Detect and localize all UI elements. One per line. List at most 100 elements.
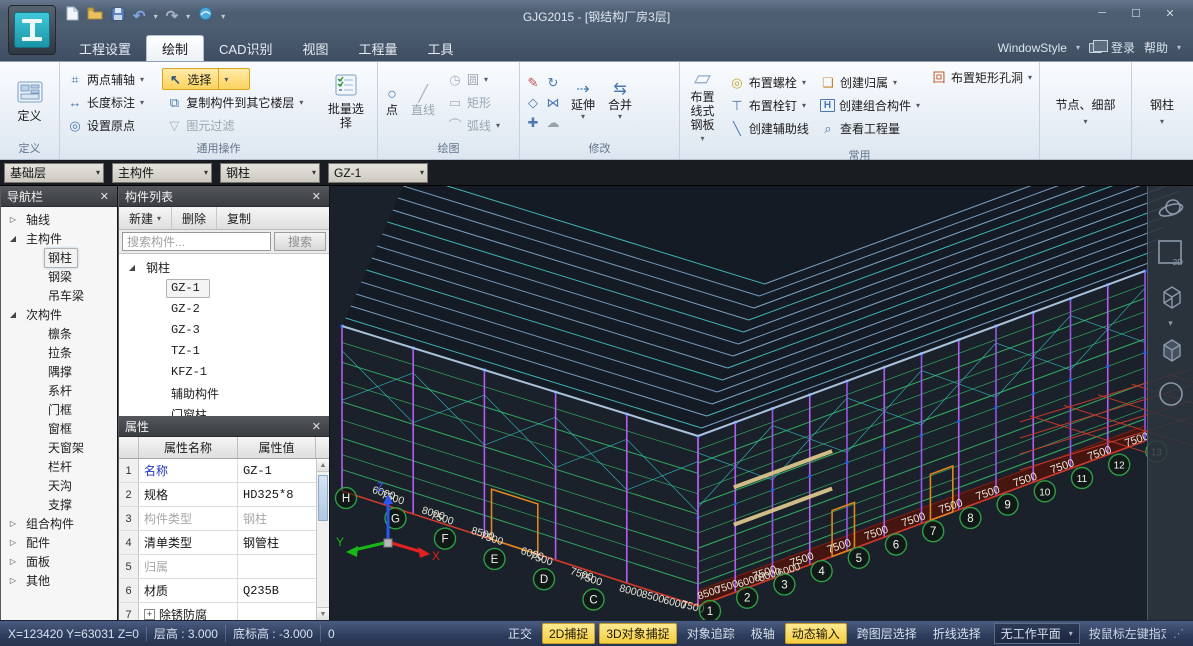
property-value-cell[interactable] (238, 603, 316, 620)
copy-to-other-floors-button[interactable]: ⧉ 复制构件到其它楼层▾ (162, 92, 314, 113)
status-toggle[interactable]: 动态输入 (785, 623, 847, 644)
property-value-cell[interactable]: 钢柱 (238, 507, 316, 530)
batch-select-button[interactable]: 批量选择 (318, 70, 374, 134)
properties-scrollbar[interactable]: ▲ ▼ (316, 459, 329, 620)
search-input[interactable] (122, 232, 271, 251)
component-tree-item[interactable]: 门窗柱 (119, 404, 329, 416)
tree-toggle-icon[interactable]: ▷ (8, 557, 18, 566)
nav-tree-item[interactable]: 支撑 (1, 495, 117, 514)
tree-toggle-icon[interactable]: ▷ (8, 538, 18, 547)
undo-dropdown-caret[interactable]: ▾ (154, 12, 158, 21)
tree-toggle-icon[interactable]: ▷ (8, 519, 18, 528)
nav-tree-item[interactable]: ▷ 配件 (1, 533, 117, 552)
scroll-down-arrow[interactable]: ▼ (317, 607, 329, 620)
orbit-view-button[interactable] (1153, 191, 1189, 227)
new-file-icon[interactable] (66, 6, 79, 26)
open-folder-icon[interactable] (87, 7, 103, 25)
define-button[interactable]: 定义 (12, 77, 48, 127)
property-row[interactable]: 5 + 归属 (119, 555, 316, 579)
expand-plus-icon[interactable]: + (144, 609, 155, 620)
place-bolt-button[interactable]: ◎ 布置螺栓▾ (725, 72, 813, 93)
nav-tree-item[interactable]: 钢梁 (1, 267, 117, 286)
property-value-cell[interactable] (238, 555, 316, 578)
view-3d-solid-button[interactable] (1153, 332, 1189, 368)
straight-line-button[interactable]: ╱ 直线 (406, 85, 440, 119)
two-point-aux-axis-button[interactable]: ⌗ 两点辅轴▾ (63, 69, 159, 90)
nav-tree-item[interactable]: ◢ 主构件 (1, 229, 117, 248)
revision-cloud-icon[interactable]: ☁ (547, 116, 560, 129)
component-tree-item[interactable]: GZ-1 (119, 278, 329, 299)
element-filter-button[interactable]: ▽ 图元过滤 (162, 115, 314, 136)
switch-windows-icon[interactable] (1089, 43, 1102, 53)
arc-button[interactable]: ⌒ 弧线▾ (443, 115, 504, 136)
nav-tree-item[interactable]: 栏杆 (1, 457, 117, 476)
status-toggle[interactable]: 正交 (502, 624, 538, 643)
component-tree-item[interactable]: 辅助构件 (119, 383, 329, 404)
create-aux-line-button[interactable]: ╲ 创建辅助线 (725, 118, 813, 139)
tree-toggle-icon[interactable]: ◢ (8, 234, 18, 243)
ribbon-tab[interactable]: 工程量 (344, 35, 413, 61)
help-caret[interactable]: ▾ (1177, 43, 1181, 52)
component-tree-item[interactable]: TZ-1 (119, 341, 329, 362)
ribbon-tab[interactable]: 视图 (287, 35, 343, 61)
length-dimension-button[interactable]: ↔ 长度标注▾ (63, 92, 159, 113)
nav-panel-close-icon[interactable]: ✕ (98, 190, 111, 203)
status-toggle[interactable]: 极轴 (745, 624, 781, 643)
orbit-ring-button[interactable] (1153, 376, 1189, 412)
place-linear-plate-button[interactable]: ▱ 布置线式钢板 ▾ (683, 64, 722, 147)
ribbon-tab[interactable]: CAD识别 (204, 35, 287, 61)
rectangle-button[interactable]: ▭ 矩形 (443, 92, 504, 113)
property-row[interactable]: 2 + 规格 HD325*8 (119, 483, 316, 507)
nav-tree-item[interactable]: 天窗架 (1, 438, 117, 457)
minimize-button[interactable]: ─ (1087, 4, 1117, 22)
place-stud-button[interactable]: ⊤ 布置栓钉▾ (725, 95, 813, 116)
ribbon-tab[interactable]: 绘制 (146, 35, 204, 61)
tree-toggle-icon[interactable]: ◢ (127, 263, 137, 272)
component-type-selector[interactable]: 钢柱▾ (220, 163, 320, 183)
view-quantities-button[interactable]: ⌕ 查看工程量 (816, 118, 924, 139)
window-style-menu[interactable]: WindowStyle (998, 41, 1067, 55)
workplane-selector[interactable]: 无工作平面▾ (994, 623, 1080, 644)
select-button[interactable]: ↖ 选择 ▾ (162, 68, 250, 90)
nav-tree-item[interactable]: ▷ 轴线 (1, 210, 117, 229)
create-ownership-button[interactable]: ❏ 创建归属▾ (816, 72, 924, 93)
property-value-cell[interactable]: HD325*8 (238, 483, 316, 506)
login-button[interactable]: 登录 (1111, 39, 1135, 56)
nav-tree-item[interactable]: 窗框 (1, 419, 117, 438)
property-value-cell[interactable]: 钢管柱 (238, 531, 316, 554)
status-toggle[interactable]: 对象追踪 (681, 624, 741, 643)
nav-tree-item[interactable]: 天沟 (1, 476, 117, 495)
component-name-selector[interactable]: GZ-1▾ (328, 163, 428, 183)
steel-column-dropdown-button[interactable]: 钢柱 ▾ (1132, 62, 1192, 159)
property-row[interactable]: 7 + 除锈防腐 (119, 603, 316, 620)
maximize-button[interactable]: ☐ (1121, 4, 1151, 22)
nav-tree-item[interactable]: 吊车梁 (1, 286, 117, 305)
window-style-caret[interactable]: ▾ (1076, 43, 1080, 52)
copy-component-button[interactable]: 复制 (217, 207, 261, 229)
mirror-icon[interactable]: ⋈ (547, 96, 560, 109)
close-button[interactable]: ✕ (1155, 4, 1185, 22)
status-toggle[interactable]: 2D捕捉 (542, 623, 595, 644)
point-button[interactable]: ○ 点 (381, 85, 403, 119)
nav-tree-item[interactable]: ◢ 次构件 (1, 305, 117, 324)
rotate-icon[interactable]: ↻ (548, 76, 559, 89)
nav-tree-item[interactable]: 系杆 (1, 381, 117, 400)
delete-component-button[interactable]: 删除 (172, 207, 217, 229)
merge-button[interactable]: ⇆ 合并 ▾ (603, 80, 637, 124)
nodes-details-button[interactable]: 节点、细部 ▾ (1040, 62, 1131, 159)
move-icon[interactable]: ✚ (528, 116, 539, 129)
view-3d-wireframe-button[interactable] (1153, 279, 1189, 315)
property-row[interactable]: 4 + 清单类型 钢管柱 (119, 531, 316, 555)
new-component-button[interactable]: 新建▾ (119, 207, 172, 229)
nav-tree-item[interactable]: 门框 (1, 400, 117, 419)
ribbon-tab[interactable]: 工具 (413, 35, 469, 61)
properties-panel-close-icon[interactable]: ✕ (310, 420, 323, 433)
nav-tree-item[interactable]: ▷ 面板 (1, 552, 117, 571)
nav-tree-item[interactable]: 钢柱 (1, 248, 117, 267)
scroll-up-arrow[interactable]: ▲ (317, 459, 329, 472)
application-menu-button[interactable] (8, 5, 56, 55)
nav-tree-item[interactable]: 隅撑 (1, 362, 117, 381)
property-row[interactable]: 3 + 构件类型 钢柱 (119, 507, 316, 531)
status-toggle[interactable]: 3D对象捕捉 (599, 623, 676, 644)
status-toggle[interactable]: 跨图层选择 (851, 624, 923, 643)
